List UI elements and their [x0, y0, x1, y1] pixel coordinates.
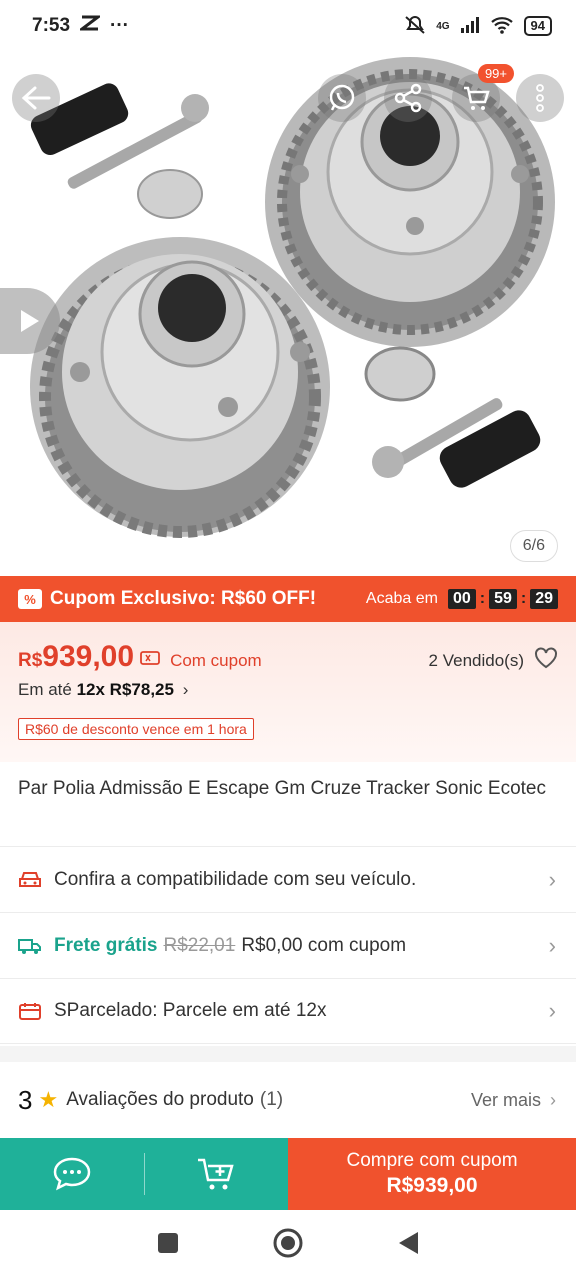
- product-image-gallery[interactable]: 99+ 6/6: [0, 52, 576, 576]
- whatsapp-icon: [329, 84, 355, 111]
- product-image: [30, 57, 555, 538]
- coupon-tag-icon: [140, 650, 160, 671]
- rating-value: 3: [18, 1084, 33, 1115]
- new-shipping-price: R$0,00 com cupom: [241, 934, 407, 956]
- share-button[interactable]: [384, 74, 432, 122]
- image-counter: 6/6: [509, 530, 558, 562]
- reviews-count: (1): [259, 1089, 284, 1110]
- installments-value: 12x R$78,25: [76, 680, 174, 699]
- car-icon: [18, 870, 44, 890]
- product-title: Par Polia Admissão E Escape Gm Cruze Tra…: [18, 778, 546, 799]
- mute-icon: [404, 15, 426, 38]
- status-bar: 7:53 ··· 4G 94: [0, 0, 576, 52]
- section-divider: [0, 1046, 576, 1062]
- share-icon: [394, 83, 422, 113]
- home-button[interactable]: [272, 1227, 304, 1264]
- chevron-right-icon: ›: [548, 998, 556, 1023]
- price-value: 939,00: [42, 640, 135, 673]
- compatibility-label: Confira a compatibilidade com seu veícul…: [54, 868, 417, 890]
- star-icon: ★: [38, 1087, 59, 1112]
- coupon-icon: %: [18, 589, 42, 609]
- compatibility-row[interactable]: Confira a compatibilidade com seu veícul…: [0, 846, 576, 912]
- installment-plan-row[interactable]: SParcelado: Parcele em até 12x ›: [0, 978, 576, 1044]
- discount-expiry-tag: R$60 de desconto vence em 1 hora: [18, 718, 254, 740]
- cart-badge: 99+: [477, 64, 514, 83]
- add-to-cart-button[interactable]: [145, 1138, 289, 1210]
- play-icon: [21, 310, 39, 332]
- clock: 7:53: [32, 15, 71, 36]
- shipping-row[interactable]: Frete grátis R$22,01 R$0,00 com cupom ›: [0, 912, 576, 978]
- countdown-label: Acaba em: [365, 590, 438, 607]
- triangle-back-icon: [399, 1231, 418, 1254]
- cart-button[interactable]: 99+: [452, 64, 514, 122]
- timer-minutes: 59: [489, 589, 517, 609]
- add-to-cart-icon: [198, 1158, 234, 1190]
- bottom-action-bar: Compre com cupom R$939,00: [0, 1138, 576, 1210]
- price-currency: R$: [18, 650, 43, 671]
- whatsapp-share-button[interactable]: [318, 74, 366, 122]
- notification-icon: [77, 15, 103, 37]
- circle-icon: [273, 1228, 303, 1257]
- more-options-button[interactable]: [516, 74, 564, 122]
- buy-with-coupon-button[interactable]: Compre com cupom R$939,00: [288, 1138, 576, 1210]
- recents-button[interactable]: [156, 1231, 180, 1260]
- free-shipping-label: Frete grátis: [54, 934, 158, 956]
- system-navigation-bar: [0, 1210, 576, 1280]
- see-more-link[interactable]: Ver mais ›: [471, 1090, 556, 1111]
- reviews-row[interactable]: 3 ★ Avaliações do produto (1) Ver mais ›: [0, 1062, 576, 1138]
- timer-seconds: 29: [530, 589, 558, 609]
- price-section: R$ 939,00 Com cupom 2 Vendido(s) Em até …: [0, 622, 576, 762]
- network-label: 4G: [436, 20, 450, 32]
- chevron-right-icon: ›: [548, 932, 556, 958]
- truck-icon: [18, 936, 44, 956]
- timer-separator: :: [479, 590, 486, 607]
- reviews-label: Avaliações do produto: [66, 1089, 254, 1110]
- installment-plan-label: SParcelado: Parcele em até 12x: [54, 1000, 327, 1021]
- old-shipping-price: R$22,01: [163, 934, 236, 956]
- square-icon: [158, 1232, 178, 1253]
- coupon-label: Cupom Exclusivo: R$60 OFF!: [50, 588, 317, 609]
- timer-hours: 00: [447, 589, 476, 609]
- see-more-label: Ver mais: [470, 1089, 541, 1110]
- more-vertical-icon: [536, 84, 544, 112]
- chevron-right-icon: ›: [182, 680, 189, 699]
- arrow-left-icon: [21, 86, 51, 110]
- favorite-button[interactable]: [534, 647, 558, 674]
- coupon-banner[interactable]: % Cupom Exclusivo: R$60 OFF! Acaba em 00…: [0, 576, 576, 622]
- chevron-right-icon: ›: [550, 1089, 556, 1110]
- battery-indicator: 94: [523, 16, 552, 36]
- sold-count: 2 Vendido(s): [428, 650, 524, 670]
- chevron-right-icon: ›: [548, 866, 556, 892]
- cart-icon: [464, 86, 490, 110]
- heart-icon: [535, 647, 557, 669]
- wifi-icon: [490, 16, 514, 37]
- with-coupon-label: Com cupom: [170, 651, 262, 670]
- back-button[interactable]: [12, 74, 60, 122]
- installments-link[interactable]: Em até 12x R$78,25 ›: [18, 680, 558, 700]
- timer-separator: :: [520, 590, 527, 607]
- more-notifications-icon: ···: [110, 15, 130, 36]
- buy-label: Compre com cupom: [346, 1150, 518, 1171]
- buy-price: R$939,00: [386, 1174, 478, 1197]
- installment-icon: [18, 1001, 44, 1021]
- chat-icon: [53, 1157, 91, 1191]
- signal-icon: [460, 16, 480, 37]
- chat-button[interactable]: [0, 1138, 144, 1210]
- installments-prefix: Em até: [18, 680, 72, 699]
- back-nav-button[interactable]: [396, 1230, 420, 1261]
